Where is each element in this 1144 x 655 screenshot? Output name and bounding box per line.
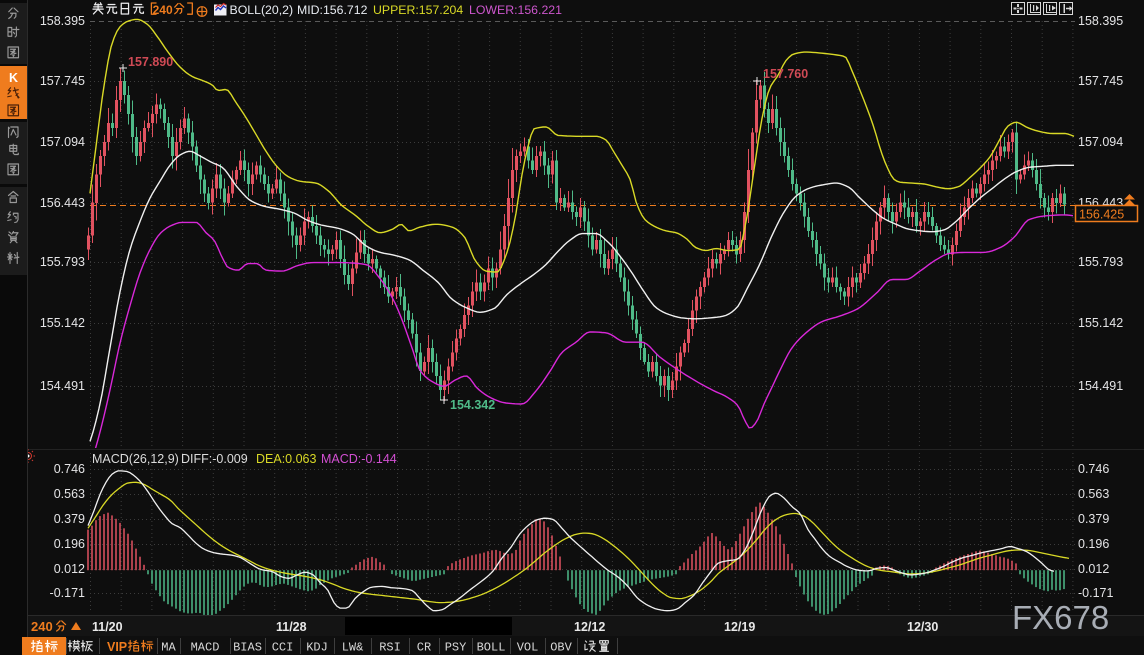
svg-text:155.793: 155.793 [40,255,85,269]
svg-text:11/28: 11/28 [276,620,307,634]
svg-text:UPPER:157.204: UPPER:157.204 [373,3,463,17]
svg-text:LOWER:156.221: LOWER:156.221 [469,3,562,17]
svg-text:154.491: 154.491 [1078,379,1123,393]
svg-text:MA: MA [161,641,176,655]
svg-text:K: K [9,71,18,85]
svg-text:-0.171: -0.171 [1078,586,1113,600]
svg-text:MACD: MACD [191,641,220,655]
svg-text:OBV: OBV [550,641,572,655]
svg-text:0.196: 0.196 [1078,537,1109,551]
svg-text:157.094: 157.094 [1078,135,1123,149]
svg-text:BOLL: BOLL [477,641,506,655]
svg-text:157.745: 157.745 [40,74,85,88]
svg-text:154.491: 154.491 [40,379,85,393]
svg-text:155.142: 155.142 [1078,316,1123,330]
svg-text:KDJ: KDJ [306,641,328,655]
svg-text:155.142: 155.142 [40,316,85,330]
svg-text:0.012: 0.012 [54,562,85,576]
svg-text:MACD(26,12,9): MACD(26,12,9) [92,452,179,466]
svg-text:PSY: PSY [445,641,467,655]
svg-text:CCI: CCI [272,641,294,655]
svg-text:157.890: 157.890 [128,55,173,69]
svg-text:12/12: 12/12 [574,620,605,634]
svg-text:154.342: 154.342 [450,398,495,412]
svg-text:RSI: RSI [379,641,401,655]
svg-text:11/20: 11/20 [92,620,123,634]
svg-text:MACD:-0.144: MACD:-0.144 [321,452,397,466]
svg-text:0.563: 0.563 [1078,487,1109,501]
svg-text:240: 240 [31,619,53,634]
svg-text:12/19: 12/19 [724,620,755,634]
svg-text:157.760: 157.760 [763,67,808,81]
svg-text:0.196: 0.196 [54,537,85,551]
svg-text:0.746: 0.746 [54,462,85,476]
svg-text:158.395: 158.395 [1078,14,1123,28]
svg-text:BIAS: BIAS [233,641,262,655]
svg-text:-0.171: -0.171 [50,586,85,600]
svg-text:LW&: LW& [342,641,364,655]
svg-text:CR: CR [417,641,431,655]
svg-text:VOL: VOL [517,641,539,655]
svg-text:156.443: 156.443 [40,196,85,210]
svg-text:157.745: 157.745 [1078,74,1123,88]
svg-text:157.094: 157.094 [40,135,85,149]
svg-text:156.425: 156.425 [1079,208,1124,222]
svg-text:0.563: 0.563 [54,487,85,501]
svg-text:FX678: FX678 [1012,599,1109,636]
svg-text:0.379: 0.379 [54,512,85,526]
svg-text:240: 240 [153,3,173,17]
svg-text:0.746: 0.746 [1078,462,1109,476]
svg-text:158.395: 158.395 [40,14,85,28]
svg-text:BOLL(20,2): BOLL(20,2) [230,3,294,17]
svg-text:12/30: 12/30 [907,620,938,634]
svg-text:0.012: 0.012 [1078,562,1109,576]
svg-text:DIFF:-0.009: DIFF:-0.009 [181,452,248,466]
svg-text:DEA:0.063: DEA:0.063 [256,452,317,466]
svg-text:155.793: 155.793 [1078,255,1123,269]
svg-text:VIP: VIP [107,640,127,654]
svg-text:MID:156.712: MID:156.712 [297,3,368,17]
svg-text:0.379: 0.379 [1078,512,1109,526]
